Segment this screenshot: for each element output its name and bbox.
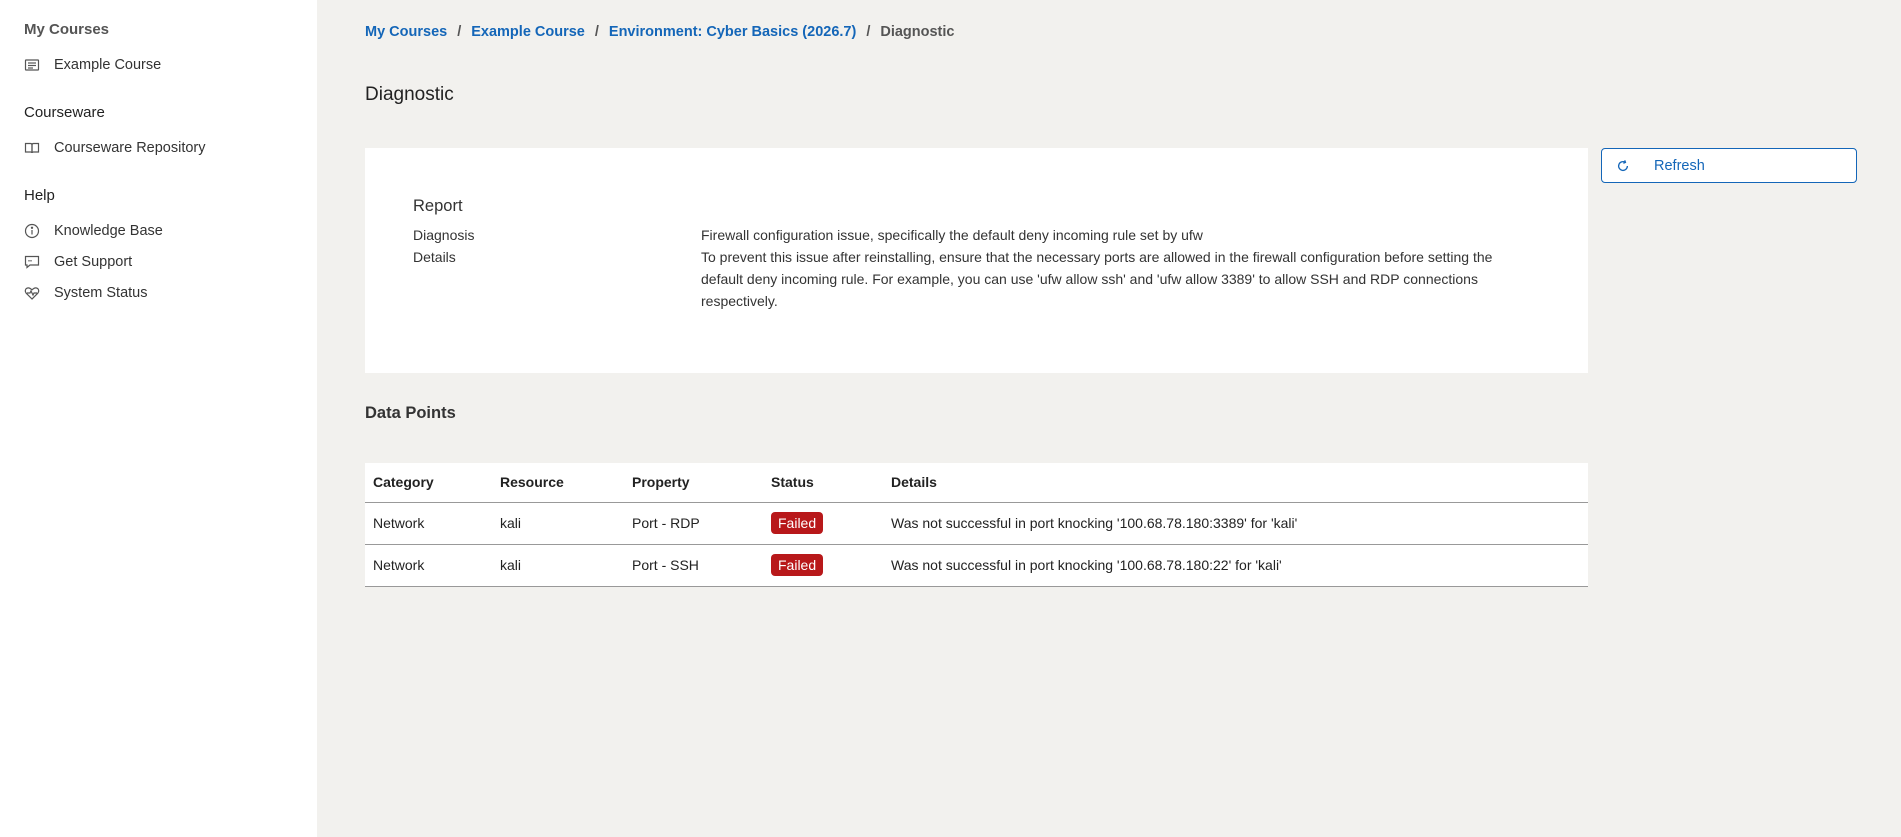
main-content: My Courses / Example Course / Environmen… bbox=[317, 0, 1901, 837]
sidebar-item-label: System Status bbox=[54, 284, 148, 301]
sidebar-section-my-courses: My Courses Example Course bbox=[24, 21, 317, 80]
sidebar-item-get-support[interactable]: Get Support bbox=[24, 246, 317, 277]
breadcrumb-link-example-course[interactable]: Example Course bbox=[471, 24, 585, 40]
table-row: Network kali Port - RDP Failed Was not s… bbox=[365, 502, 1588, 545]
support-chat-icon bbox=[24, 254, 54, 270]
breadcrumb: My Courses / Example Course / Environmen… bbox=[365, 24, 954, 40]
data-points-title: Data Points bbox=[365, 404, 456, 422]
report-row-details: Details To prevent this issue after rein… bbox=[413, 246, 1540, 312]
sidebar-item-system-status[interactable]: System Status bbox=[24, 277, 317, 308]
cell-property: Port - SSH bbox=[624, 544, 763, 587]
status-badge: Failed bbox=[771, 554, 824, 576]
breadcrumb-link-my-courses[interactable]: My Courses bbox=[365, 24, 447, 40]
book-icon bbox=[24, 140, 54, 156]
sidebar-section-courseware: Courseware Courseware Repository bbox=[24, 104, 317, 163]
sidebar-item-label: Get Support bbox=[54, 253, 133, 270]
refresh-button[interactable]: Refresh bbox=[1601, 148, 1857, 183]
cell-property: Port - RDP bbox=[624, 502, 763, 545]
breadcrumb-link-environment[interactable]: Environment: Cyber Basics (2026.7) bbox=[609, 24, 856, 40]
heartbeat-icon bbox=[24, 285, 54, 301]
sidebar-item-label: Example Course bbox=[54, 56, 162, 73]
report-card: Report Diagnosis Firewall configuration … bbox=[365, 148, 1588, 373]
cell-details: Was not successful in port knocking '100… bbox=[883, 502, 1588, 545]
diagnosis-value: Firewall configuration issue, specifical… bbox=[701, 227, 1203, 243]
refresh-label: Refresh bbox=[1654, 157, 1705, 174]
page-title: Diagnostic bbox=[365, 84, 454, 105]
sidebar-item-label: Knowledge Base bbox=[54, 222, 163, 239]
sidebar-item-example-course[interactable]: Example Course bbox=[24, 49, 317, 80]
report-row-diagnosis: Diagnosis Firewall configuration issue, … bbox=[413, 224, 1540, 246]
column-header-category: Category bbox=[365, 463, 492, 503]
status-badge: Failed bbox=[771, 512, 824, 534]
sidebar-item-courseware-repository[interactable]: Courseware Repository bbox=[24, 132, 317, 163]
cell-status: Failed bbox=[763, 502, 883, 545]
breadcrumb-separator: / bbox=[594, 24, 599, 40]
column-header-details: Details bbox=[883, 463, 1588, 503]
info-icon bbox=[24, 223, 54, 239]
sidebar-section-help: Help Knowledge Base Get Support System S… bbox=[24, 187, 317, 308]
data-points-table: Category Resource Property Status Detail… bbox=[365, 463, 1588, 587]
cell-status: Failed bbox=[763, 544, 883, 587]
sidebar-item-knowledge-base[interactable]: Knowledge Base bbox=[24, 215, 317, 246]
breadcrumb-current: Diagnostic bbox=[880, 24, 955, 40]
table-header-row: Category Resource Property Status Detail… bbox=[365, 463, 1588, 503]
cell-details: Was not successful in port knocking '100… bbox=[883, 544, 1588, 587]
sidebar-heading-courseware: Courseware bbox=[24, 104, 105, 121]
diagnosis-label: Diagnosis bbox=[413, 227, 475, 243]
column-header-property: Property bbox=[624, 463, 763, 503]
sidebar-heading-my-courses: My Courses bbox=[24, 21, 110, 38]
cell-category: Network bbox=[365, 502, 492, 545]
breadcrumb-separator: / bbox=[866, 24, 871, 40]
cell-resource: kali bbox=[492, 544, 624, 587]
column-header-status: Status bbox=[763, 463, 883, 503]
table-row: Network kali Port - SSH Failed Was not s… bbox=[365, 544, 1588, 587]
sidebar-heading-help: Help bbox=[24, 187, 55, 204]
column-header-resource: Resource bbox=[492, 463, 624, 503]
sidebar-item-label: Courseware Repository bbox=[54, 139, 206, 156]
sidebar: My Courses Example Course Courseware Cou… bbox=[0, 0, 317, 837]
details-value: To prevent this issue after reinstalling… bbox=[701, 249, 1493, 309]
details-label: Details bbox=[413, 249, 456, 265]
report-title: Report bbox=[413, 197, 463, 215]
refresh-icon bbox=[1616, 159, 1640, 173]
cell-category: Network bbox=[365, 544, 492, 587]
course-list-icon bbox=[24, 57, 54, 73]
breadcrumb-separator: / bbox=[457, 24, 462, 40]
cell-resource: kali bbox=[492, 502, 624, 545]
